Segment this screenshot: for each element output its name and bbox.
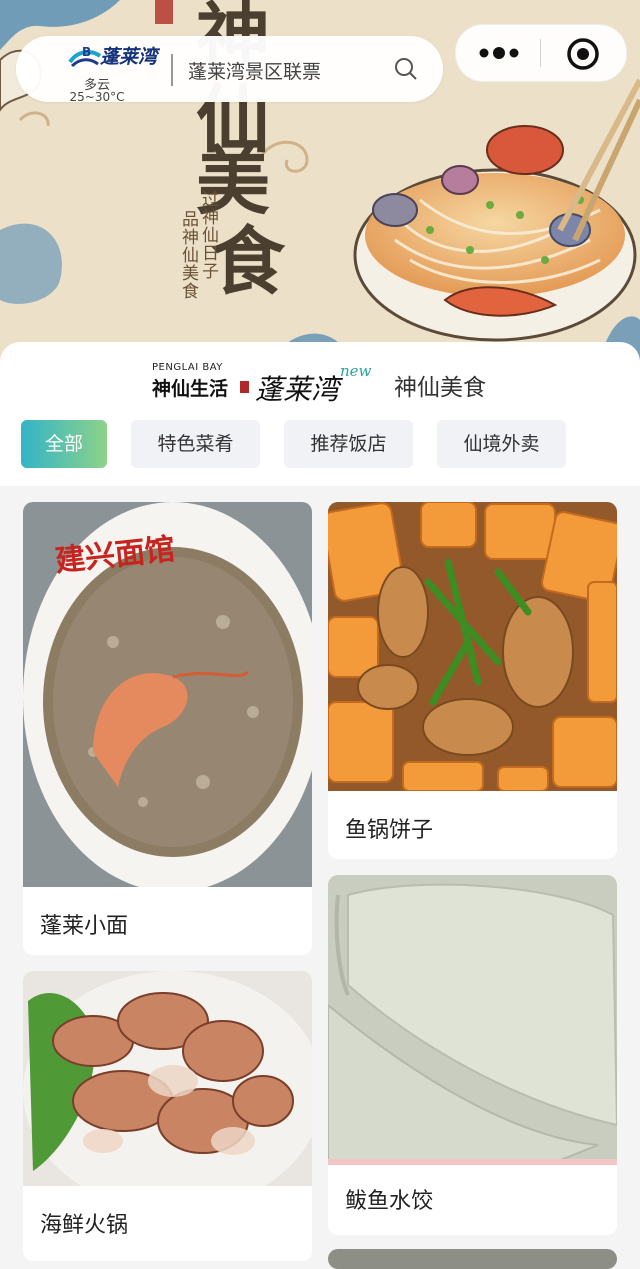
capsule-divider — [540, 39, 541, 67]
food-card-title: 海鲜火锅 — [40, 1213, 129, 1238]
new-badge: new — [340, 362, 372, 380]
tab-delivery[interactable]: 仙境外卖 — [437, 420, 566, 468]
brand-row: PENGLAI BAY 神仙生活 蓬莱湾 new 神仙美食 — [152, 362, 512, 406]
section-title: 神仙美食 — [394, 375, 486, 401]
food-card[interactable]: 鱼锅饼子 — [328, 502, 617, 859]
food-photo — [328, 875, 617, 1165]
food-card[interactable]: 海鲜火锅 — [23, 971, 312, 1261]
hero-subtitle: 品神仙美食 — [178, 210, 198, 300]
more-icon[interactable] — [474, 37, 524, 69]
food-card[interactable]: 鲅鱼水饺 — [328, 875, 617, 1235]
food-photo — [328, 502, 617, 791]
food-card-title: 鱼锅饼子 — [345, 818, 434, 843]
food-photo — [23, 971, 312, 1186]
brand-logo-text: 蓬莱湾 — [255, 373, 340, 406]
food-card-title: 蓬莱小面 — [40, 914, 129, 939]
logo-text: 蓬莱湾 — [100, 46, 158, 68]
search-divider — [171, 54, 173, 86]
food-photo — [328, 1249, 617, 1269]
brand-english: PENGLAI BAY — [152, 362, 223, 373]
weather-widget: B 蓬莱湾 多云 25~30°C — [54, 40, 164, 104]
seal-icon — [240, 381, 249, 393]
search-icon[interactable] — [393, 56, 419, 82]
search-bar[interactable]: B 蓬莱湾 多云 25~30°C 蓬莱湾景区联票 — [16, 36, 443, 104]
food-card-title: 鲅鱼水饺 — [345, 1189, 434, 1214]
food-card[interactable] — [328, 1249, 617, 1269]
penglai-logo-icon: B — [68, 45, 102, 68]
close-miniapp-icon[interactable] — [566, 37, 600, 71]
weather-temperature: 25~30°C — [69, 90, 125, 104]
category-header: PENGLAI BAY 神仙生活 蓬莱湾 new 神仙美食 全部 特色菜肴 推荐… — [0, 342, 640, 486]
miniapp-capsule — [455, 24, 627, 82]
brand-slogan: 神仙生活 — [152, 378, 229, 400]
food-card[interactable]: 建兴面馆 蓬莱小面 — [23, 502, 312, 955]
tab-recommended-restaurants[interactable]: 推荐饭店 — [284, 420, 413, 468]
svg-text:B: B — [82, 45, 91, 59]
food-photo: 建兴面馆 — [23, 502, 312, 887]
search-input[interactable]: 蓬莱湾景区联票 — [188, 57, 321, 84]
tab-specialty-dishes[interactable]: 特色菜肴 — [131, 420, 260, 468]
tab-all[interactable]: 全部 — [21, 420, 107, 468]
